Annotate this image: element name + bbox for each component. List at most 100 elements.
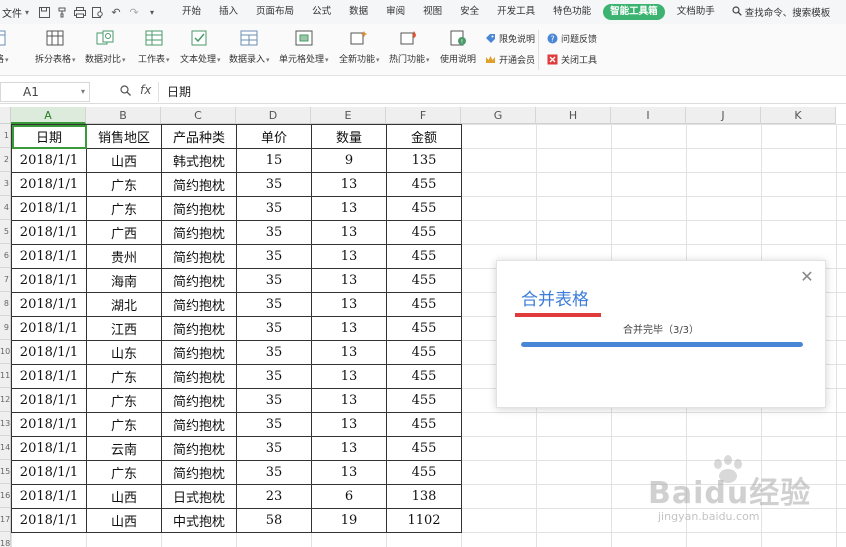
table-cell[interactable]: 455: [386, 340, 462, 365]
table-cell[interactable]: 贵州: [86, 244, 162, 269]
column-header-g[interactable]: G: [461, 107, 536, 124]
split-table-button[interactable]: 拆分表格▾: [35, 29, 76, 65]
table-cell[interactable]: 35: [236, 172, 312, 197]
row-header[interactable]: 6: [0, 244, 11, 268]
new-feature-button[interactable]: 全新功能▾: [339, 29, 380, 65]
column-header-a[interactable]: A: [11, 107, 86, 124]
row-header[interactable]: 18: [0, 532, 11, 547]
row-header[interactable]: 2: [0, 148, 11, 172]
row-header[interactable]: 4: [0, 196, 11, 220]
table-cell[interactable]: 海南: [86, 268, 162, 293]
zoom-icon[interactable]: [120, 85, 131, 99]
table-cell[interactable]: 2018/1/1: [11, 220, 87, 245]
table-cell[interactable]: 15: [236, 148, 312, 173]
table-cell[interactable]: 35: [236, 340, 312, 365]
cell-process-button[interactable]: 单元格处理▾: [279, 29, 329, 65]
table-cell[interactable]: 35: [236, 292, 312, 317]
table-cell[interactable]: 2018/1/1: [11, 148, 87, 173]
table-cell[interactable]: 455: [386, 292, 462, 317]
table-cell[interactable]: 13: [311, 172, 387, 197]
header-cell[interactable]: 日期: [11, 124, 87, 149]
table-cell[interactable]: 455: [386, 412, 462, 437]
tab-security[interactable]: 安全: [451, 0, 488, 24]
table-cell[interactable]: 湖北: [86, 292, 162, 317]
table-cell[interactable]: 35: [236, 412, 312, 437]
row-header[interactable]: 3: [0, 172, 11, 196]
table-cell[interactable]: 广东: [86, 196, 162, 221]
table-cell[interactable]: 2018/1/1: [11, 412, 87, 437]
row-header[interactable]: 9: [0, 316, 11, 340]
table-cell[interactable]: 35: [236, 460, 312, 485]
column-header-f[interactable]: F: [386, 107, 461, 124]
table-cell[interactable]: 2018/1/1: [11, 316, 87, 341]
table-cell[interactable]: 简约抱枕: [161, 196, 237, 221]
column-header-d[interactable]: D: [236, 107, 311, 124]
table-cell[interactable]: 13: [311, 388, 387, 413]
header-cell[interactable]: 销售地区: [86, 124, 162, 149]
name-box[interactable]: A1 ▾: [0, 82, 90, 102]
row-header[interactable]: 16: [0, 484, 11, 508]
table-cell[interactable]: 山西: [86, 508, 162, 533]
select-all-corner[interactable]: [0, 107, 11, 124]
data-compare-button[interactable]: 数据对比▾: [85, 29, 126, 65]
table-cell[interactable]: 山西: [86, 148, 162, 173]
table-cell[interactable]: 简约抱枕: [161, 388, 237, 413]
table-cell[interactable]: 6: [311, 484, 387, 509]
column-header-j[interactable]: J: [686, 107, 761, 124]
save-icon[interactable]: [37, 5, 51, 19]
table-cell[interactable]: 135: [386, 148, 462, 173]
row-header[interactable]: 11: [0, 364, 11, 388]
vip-button[interactable]: 开通会员: [484, 53, 535, 66]
table-cell[interactable]: 2018/1/1: [11, 364, 87, 389]
command-search[interactable]: 查找命令、搜索模板: [732, 5, 830, 19]
tab-review[interactable]: 审阅: [377, 0, 414, 24]
tab-data[interactable]: 数据: [340, 0, 377, 24]
table-cell[interactable]: 简约抱枕: [161, 220, 237, 245]
tab-developer[interactable]: 开发工具: [488, 0, 544, 24]
row-header[interactable]: 15: [0, 460, 11, 484]
table-cell[interactable]: 简约抱枕: [161, 316, 237, 341]
header-cell[interactable]: 产品种类: [161, 124, 237, 149]
table-cell[interactable]: 13: [311, 340, 387, 365]
row-header[interactable]: 12: [0, 388, 11, 412]
table-cell[interactable]: 13: [311, 292, 387, 317]
table-cell[interactable]: 2018/1/1: [11, 388, 87, 413]
table-cell[interactable]: 2018/1/1: [11, 460, 87, 485]
table-cell[interactable]: 2018/1/1: [11, 268, 87, 293]
column-header-c[interactable]: C: [161, 107, 236, 124]
hot-feature-button[interactable]: 热门功能▾: [389, 29, 430, 65]
table-cell[interactable]: 35: [236, 436, 312, 461]
table-cell[interactable]: 2018/1/1: [11, 436, 87, 461]
table-cell[interactable]: 2018/1/1: [11, 196, 87, 221]
table-cell[interactable]: 9: [311, 148, 387, 173]
table-cell[interactable]: 13: [311, 412, 387, 437]
table-cell[interactable]: 山东: [86, 340, 162, 365]
redo-icon[interactable]: ↷: [127, 5, 141, 19]
header-cell[interactable]: 单价: [236, 124, 312, 149]
close-tool-button[interactable]: 关闭工具: [546, 53, 597, 66]
table-cell[interactable]: 13: [311, 196, 387, 221]
column-header-k[interactable]: K: [761, 107, 836, 124]
table-cell[interactable]: 35: [236, 220, 312, 245]
table-cell[interactable]: 455: [386, 316, 462, 341]
format-painter-icon[interactable]: [55, 5, 69, 19]
table-cell[interactable]: 广西: [86, 220, 162, 245]
table-cell[interactable]: 广东: [86, 460, 162, 485]
table-cell[interactable]: 138: [386, 484, 462, 509]
table-cell[interactable]: 455: [386, 364, 462, 389]
table-cell[interactable]: 云南: [86, 436, 162, 461]
table-cell[interactable]: 简约抱枕: [161, 460, 237, 485]
table-cell[interactable]: 455: [386, 196, 462, 221]
table-cell[interactable]: 13: [311, 436, 387, 461]
table-cell[interactable]: 简约抱枕: [161, 292, 237, 317]
table-cell[interactable]: 中式抱枕: [161, 508, 237, 533]
table-cell[interactable]: 广东: [86, 412, 162, 437]
table-cell[interactable]: 江西: [86, 316, 162, 341]
print-preview-icon[interactable]: [91, 5, 105, 19]
table-cell[interactable]: 2018/1/1: [11, 340, 87, 365]
tab-home[interactable]: 开始: [173, 0, 210, 24]
insert-function-button[interactable]: fx: [140, 83, 151, 97]
table-cell[interactable]: 简约抱枕: [161, 244, 237, 269]
table-cell[interactable]: 2018/1/1: [11, 172, 87, 197]
row-header[interactable]: 8: [0, 292, 11, 316]
